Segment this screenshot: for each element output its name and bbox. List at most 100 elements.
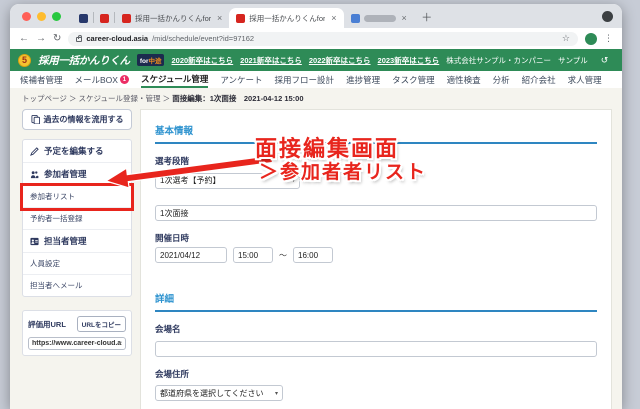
nav-progress[interactable]: 進捗管理 <box>346 71 380 88</box>
bookmark-star-icon[interactable]: ☆ <box>562 33 570 44</box>
site-logo[interactable]: 採用一括かんりくん <box>38 53 130 68</box>
date-input[interactable] <box>155 247 227 263</box>
end-time-input[interactable] <box>293 247 333 263</box>
link-2021[interactable]: 2021新卒はこちら <box>240 55 302 66</box>
reload-icon[interactable]: ↻ <box>53 33 61 44</box>
nav-candidates[interactable]: 候補者管理 <box>20 71 63 88</box>
breadcrumb-current: 面接編集：1次面接 2021-04-12 15:00 <box>172 94 304 103</box>
blurred-tab-title <box>363 14 396 22</box>
logo-badge: for中途 <box>136 54 165 66</box>
sidebar-item-label: 参加者リスト <box>30 192 75 201</box>
stage-select-value: 1次選考【予約】 <box>160 176 221 185</box>
nav-tasks[interactable]: タスク管理 <box>392 71 435 88</box>
browser-tab-1[interactable]: 採用一括かんりくんfor中途 × <box>115 8 229 28</box>
breadcrumb-separator: ＞ <box>162 94 171 103</box>
breadcrumb: トップページ ＞ スケジュール登録・管理 ＞ 面接編集：1次面接 2021-04… <box>10 88 622 107</box>
reuse-past-info-button[interactable]: 過去の情報を流用する <box>22 109 132 130</box>
datetime-row: ～ <box>155 247 597 263</box>
site-header: 5 採用一括かんりくん for中途 2020新卒はこちら 2021新卒はこちら … <box>10 49 622 71</box>
tab-favicon <box>122 13 131 23</box>
breadcrumb-separator: ＞ <box>68 94 77 103</box>
nav-mailbox[interactable]: メールBOX 1 <box>75 71 129 88</box>
start-time-input[interactable] <box>233 247 273 263</box>
window-controls <box>22 4 61 28</box>
tab-search-icon[interactable] <box>602 11 613 22</box>
eval-url-panel: 評価用URL URLをコピー <box>22 310 132 356</box>
sidebar-item-label: 担当者管理 <box>44 236 87 246</box>
nav-aptitude[interactable]: 適性検査 <box>447 71 481 88</box>
annotation-subtitle: ＞参加者者リスト <box>259 162 428 183</box>
nav-analysis[interactable]: 分析 <box>493 71 510 88</box>
nav-flow-design[interactable]: 採用フロー設計 <box>275 71 335 88</box>
sidebar-item-staff-setting[interactable]: 人員設定 <box>23 253 131 275</box>
reuse-button-label: 過去の情報を流用する <box>43 115 124 124</box>
close-tab-icon[interactable]: × <box>215 13 222 23</box>
settings-gear-icon[interactable]: ⚙ <box>621 55 622 66</box>
datetime-label: 開催日時 <box>155 233 190 243</box>
venue-input[interactable] <box>155 340 597 357</box>
section-title-detail: 詳細 <box>155 291 597 312</box>
tab-favicon <box>236 13 246 23</box>
tab-title: 採用一括かんりくんfor中途 <box>249 13 326 23</box>
eval-url-label: 評価用URL <box>28 319 66 329</box>
nav-jobs[interactable]: 求人管理 <box>568 71 602 88</box>
browser-tab-3[interactable]: × <box>344 8 414 28</box>
people-icon <box>30 170 39 178</box>
zoom-window-button[interactable] <box>52 11 61 21</box>
pinned-tab-1[interactable] <box>73 8 93 28</box>
sidebar-item-participant-list[interactable]: 参加者リスト <box>23 186 131 208</box>
nav-survey[interactable]: アンケート <box>220 71 262 88</box>
close-tab-icon[interactable]: × <box>400 13 407 23</box>
browser-tab-2-active[interactable]: 採用一括かんりくんfor中途 × <box>229 8 344 28</box>
sidebar-item-staff-mgmt[interactable]: 担当者管理 <box>23 230 131 253</box>
profile-avatar[interactable] <box>585 32 597 45</box>
prefecture-select-value: 都道府県を選択してください <box>160 388 264 398</box>
eval-url-input[interactable] <box>28 337 126 350</box>
link-2020[interactable]: 2020新卒はこちら <box>171 55 233 66</box>
sidebar-item-bulk-register[interactable]: 予約者一括登録 <box>23 208 131 230</box>
tab-favicon <box>350 13 360 23</box>
browser-tab-strip: 採用一括かんりくんfor中途 × 採用一括かんりくんfor中途 × × ＋ <box>10 4 622 28</box>
breadcrumb-home[interactable]: トップページ <box>22 94 67 103</box>
link-2022[interactable]: 2022新卒はこちら <box>309 55 371 66</box>
badge-type-label: 中途 <box>148 58 162 65</box>
prefecture-select[interactable]: 都道府県を選択してください ▾ <box>155 385 283 401</box>
person-card-icon <box>30 237 39 245</box>
browser-window: 採用一括かんりくんfor中途 × 採用一括かんりくんfor中途 × × ＋ ← … <box>10 4 622 409</box>
venue-label: 会場名 <box>155 324 181 334</box>
minimize-window-button[interactable] <box>37 11 46 21</box>
user-name[interactable]: サンプル <box>558 55 588 66</box>
link-2023[interactable]: 2023新卒はこちら <box>378 55 440 66</box>
nav-schedule[interactable]: スケジュール管理 <box>140 71 209 88</box>
refresh-icon[interactable]: ↺ <box>601 55 609 66</box>
sidebar-item-staff-mail[interactable]: 担当者へメール <box>23 275 131 296</box>
close-tab-icon[interactable]: × <box>329 13 336 23</box>
sidebar: 過去の情報を流用する 予定を編集する 参加者管理 参加者リスト 予約者一括登録 … <box>22 109 132 356</box>
logo-medal-icon: 5 <box>18 53 31 67</box>
new-tab-button[interactable]: ＋ <box>420 9 434 25</box>
sidebar-item-label: 予定を編集する <box>44 146 104 156</box>
sidebar-item-participant-mgmt[interactable]: 参加者管理 <box>23 163 131 186</box>
back-icon[interactable]: ← <box>19 33 29 44</box>
url-domain: career-cloud.asia <box>86 34 149 43</box>
sidebar-item-label: 人員設定 <box>30 259 60 268</box>
pinned-tab-favicon <box>78 13 88 23</box>
copy-doc-icon <box>30 115 40 124</box>
chevron-down-icon: ▾ <box>274 390 278 397</box>
nav-agencies[interactable]: 紹介会社 <box>522 71 556 88</box>
copy-url-button[interactable]: URLをコピー <box>76 316 126 332</box>
pinned-tab-favicon <box>99 13 109 23</box>
forward-icon[interactable]: → <box>36 33 46 44</box>
pinned-tab-2[interactable] <box>94 8 114 28</box>
interview-name-input[interactable] <box>155 205 597 221</box>
breadcrumb-section[interactable]: スケジュール登録・管理 <box>79 94 161 103</box>
url-bar[interactable]: career-cloud.asia/mid/schedule/event?id=… <box>68 31 578 46</box>
pencil-icon <box>30 146 39 156</box>
browser-menu-icon[interactable]: ⋮ <box>604 33 613 44</box>
sidebar-item-edit-schedule[interactable]: 予定を編集する <box>23 140 131 163</box>
sidebar-item-label: 担当者へメール <box>30 281 83 290</box>
mailbox-badge: 1 <box>119 75 129 84</box>
close-window-button[interactable] <box>22 11 31 21</box>
time-separator: ～ <box>279 250 287 260</box>
sidebar-item-label: 参加者管理 <box>44 169 87 179</box>
